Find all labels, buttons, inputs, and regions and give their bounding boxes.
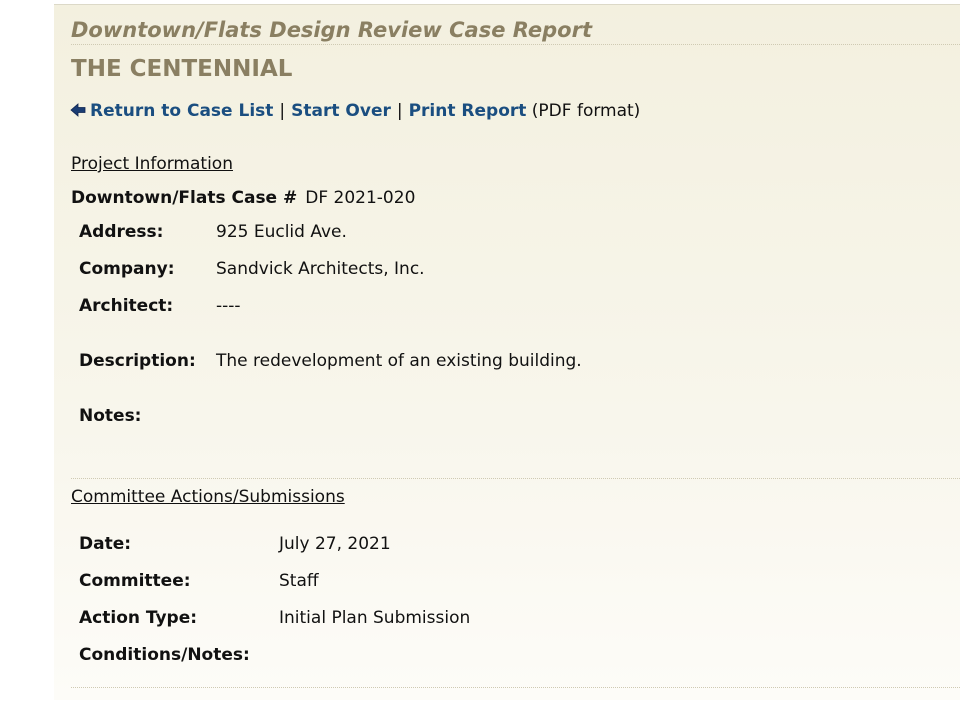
notes-row: Notes:	[79, 406, 216, 426]
left-arrow-icon[interactable]	[70, 103, 86, 117]
company-value: Sandvick Architects, Inc.	[216, 259, 425, 279]
description-row: Description: The redevelopment of an exis…	[79, 351, 582, 371]
report-title: Downtown/Flats Design Review Case Report	[71, 18, 960, 45]
case-number-line: Downtown/Flats Case # DF 2021-020	[71, 188, 415, 208]
nav-separator: |	[396, 101, 403, 121]
nav-separator: |	[279, 101, 286, 121]
return-to-case-list-link[interactable]: Return to Case List	[90, 101, 273, 121]
committee-label: Committee:	[79, 571, 191, 591]
section-divider	[71, 478, 960, 479]
architect-value: ----	[216, 296, 241, 316]
address-row: Address: 925 Euclid Ave.	[79, 222, 347, 242]
date-row: Date: July 27, 2021	[79, 534, 391, 554]
case-number-label: Downtown/Flats Case #	[71, 188, 298, 208]
start-over-link[interactable]: Start Over	[291, 101, 391, 121]
project-information-heading: Project Information	[71, 154, 233, 174]
date-value: July 27, 2021	[279, 534, 391, 554]
description-label: Description:	[79, 351, 196, 371]
print-report-link[interactable]: Print Report	[409, 101, 527, 121]
project-name: THE CENTENNIAL	[71, 56, 293, 82]
print-format-note: (PDF format)	[531, 101, 641, 121]
address-label: Address:	[79, 222, 164, 242]
committee-actions-heading: Committee Actions/Submissions	[71, 487, 345, 507]
conditions-notes-label: Conditions/Notes:	[79, 645, 250, 665]
conditions-notes-row: Conditions/Notes:	[79, 645, 279, 665]
address-value: 925 Euclid Ave.	[216, 222, 347, 242]
section-divider	[71, 687, 960, 688]
architect-label: Architect:	[79, 296, 174, 316]
company-row: Company: Sandvick Architects, Inc.	[79, 259, 425, 279]
action-type-value: Initial Plan Submission	[279, 608, 471, 628]
committee-value: Staff	[279, 571, 319, 591]
description-value: The redevelopment of an existing buildin…	[216, 351, 582, 371]
action-type-row: Action Type: Initial Plan Submission	[79, 608, 470, 628]
architect-row: Architect: ----	[79, 296, 241, 316]
case-number-value: DF 2021-020	[305, 188, 416, 208]
action-type-label: Action Type:	[79, 608, 198, 628]
report-page: Downtown/Flats Design Review Case Report…	[54, 4, 960, 700]
date-label: Date:	[79, 534, 132, 554]
notes-label: Notes:	[79, 406, 142, 426]
company-label: Company:	[79, 259, 175, 279]
committee-row: Committee: Staff	[79, 571, 319, 591]
report-nav: Return to Case List | Start Over | Print Rep…	[70, 101, 640, 121]
